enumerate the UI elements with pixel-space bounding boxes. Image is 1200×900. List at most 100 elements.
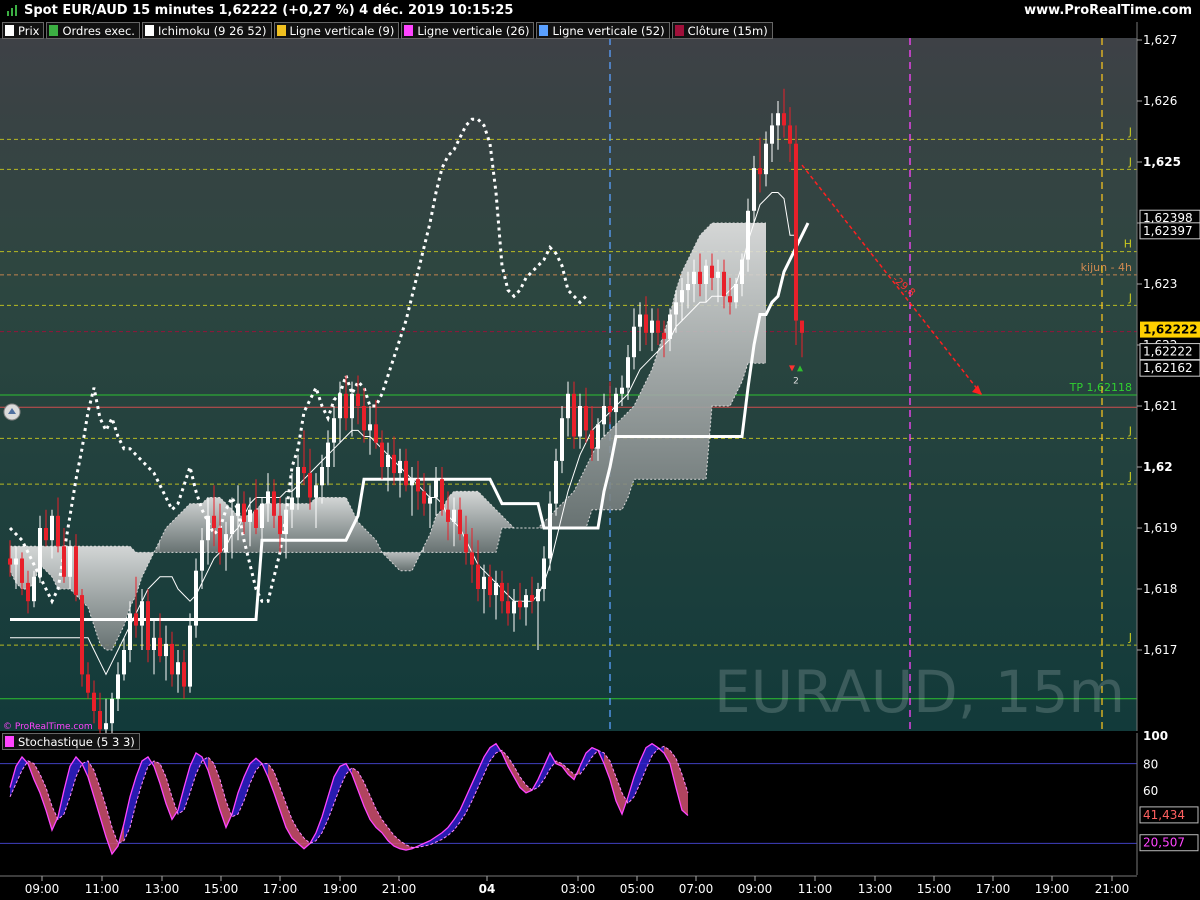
stochastic-tick-label: 100 [1143,729,1168,743]
candle-body [776,113,780,126]
candle-body [404,460,408,486]
candle-body [458,509,462,535]
candle-body [44,528,48,541]
candle-body [206,515,210,541]
legend-swatch [539,25,549,36]
candle-body [728,296,732,303]
legend-chip[interactable]: Ligne verticale (26) [401,22,535,39]
candle-body [338,393,342,419]
level-label: H [1124,238,1132,251]
stochastic-legend-chip[interactable]: Stochastique (5 3 3) [2,733,140,750]
time-tick-label: 11:00 [798,882,833,896]
stochastic-legend[interactable]: Stochastique (5 3 3) [2,733,140,750]
candle-body [392,454,396,474]
candle-body [194,570,198,626]
price-tick-label: 1,623 [1143,277,1177,291]
legend-chip[interactable]: Prix [2,22,45,39]
candle-body [788,125,792,144]
candle-body [236,503,240,516]
price-tick-label: 1,621 [1143,399,1177,413]
candle-body [380,442,384,467]
candle-body [722,271,726,297]
time-tick-label: 03:00 [561,882,596,896]
candle-body [212,515,216,528]
candle-body [764,143,768,175]
legend-label: Ordres exec. [62,23,135,38]
candle-body [422,491,426,504]
candle-body [302,467,306,474]
candle-body [284,509,288,535]
candle-body [716,271,720,278]
candle-body [92,692,96,711]
stochastic-tick-label: 60 [1143,784,1158,798]
legend-chip[interactable]: Clôture (15m) [671,22,773,39]
candle-body [434,479,438,498]
level-label: kijun - 4h [1081,261,1132,274]
candle-body [182,662,186,687]
level-label: J [1128,631,1132,644]
candle-body [188,625,192,687]
candle-body [86,674,90,693]
watermark: EURAUD, 15m [714,658,1125,726]
candle-body [440,479,444,510]
candle-body [626,357,630,388]
time-tick-label: 19:00 [323,882,358,896]
legend-chip[interactable]: Ichimoku (9 26 52) [141,22,272,39]
candle-body [464,534,468,553]
candle-body [350,393,354,419]
candle-body [686,284,690,291]
candle-body [26,582,30,602]
candle-body [410,479,414,486]
candle-body [248,509,252,522]
candle-body [482,576,486,589]
time-tick-label: 15:00 [204,882,239,896]
candle-body [518,601,522,608]
legend-swatch [674,25,684,36]
candle-body [416,479,420,492]
candle-body [548,503,552,559]
candle-body [50,515,54,541]
level-label: J [1128,125,1132,138]
candle-body [290,497,294,510]
candle-body [158,637,162,657]
candle-body [752,168,756,211]
candle-body [128,613,132,650]
candle-body [782,113,786,126]
candle-body [314,485,318,498]
candle-body [140,601,144,626]
candle-body [578,406,582,437]
price-axis[interactable]: 1,6271,6261,6251,6241,6231,6221,6211,621… [1136,22,1200,733]
magnifier-icon[interactable] [3,403,21,421]
prt-badge-text: © ProRealTime.com [3,722,93,732]
price-tick-label: 1,625 [1143,155,1181,169]
chart-canvas[interactable]: JJHkijun - 4hJTP 1,62118JJJ -29,82 EURAU… [0,0,1200,900]
legend-chip[interactable]: Ligne verticale (52) [536,22,670,39]
candle-body [62,546,66,577]
stochastic-legend-label: Stochastique (5 3 3) [18,734,135,749]
candle-body [374,424,378,443]
time-axis[interactable]: 09:00 11:00 13:00 15:00 17:00 19:00 21:00 04 03:… [0,875,1200,900]
time-tick-label: 19:00 [1035,882,1070,896]
candle-body [692,271,696,284]
legend-chip[interactable]: Ordres exec. [46,22,140,39]
candle-body [530,595,534,602]
candle-body [800,320,804,333]
legend-swatch [276,25,286,36]
candle-body [488,576,492,596]
candle-body [104,723,108,730]
legend-chip[interactable]: Ligne verticale (9) [273,22,400,39]
candle-body [110,698,114,724]
candle-body [164,643,168,657]
candle-body [560,418,564,461]
level-label: J [1128,424,1132,437]
candle-body [20,558,24,583]
price-label-text: 1,62222 [1143,323,1198,337]
candle-body [710,265,714,278]
candle-body [644,314,648,333]
candle-body [146,601,150,650]
candle-body [596,424,600,449]
time-tick-label: 21:00 [1095,882,1130,896]
candle-body [680,290,684,303]
candle-body [296,467,300,498]
candle-body [536,589,540,602]
